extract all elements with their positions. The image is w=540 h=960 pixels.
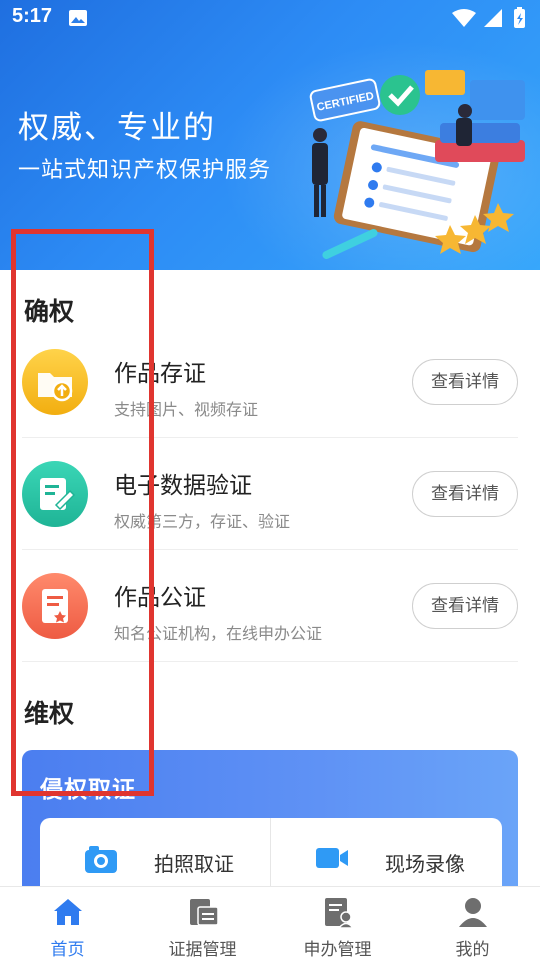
video-camera-icon: [316, 848, 348, 868]
view-details-button[interactable]: 查看详情: [412, 583, 518, 629]
profile-icon: [459, 898, 487, 927]
photo-notification-icon: [69, 10, 87, 26]
bottom-nav: 首页 证据管理 申办管理 我的: [0, 886, 540, 960]
camera-icon: [85, 846, 117, 873]
banner-subtitle: 一站式知识产权保护服务: [18, 158, 272, 183]
nav-label: 我的: [455, 940, 490, 960]
nav-item-evidence[interactable]: 证据管理: [135, 887, 270, 960]
home-icon: [54, 899, 82, 925]
certified-illustration: CERTIFIED: [309, 70, 525, 259]
nav-item-applications[interactable]: 申办管理: [270, 887, 405, 960]
status-time: 5:17: [12, 5, 53, 27]
nav-item-home[interactable]: 首页: [0, 887, 135, 960]
nav-label: 申办管理: [303, 940, 372, 960]
nav-item-profile[interactable]: 我的: [405, 887, 540, 960]
view-details-button[interactable]: 查看详情: [412, 471, 518, 517]
wifi-icon: [452, 9, 476, 27]
video-record-label: 现场录像: [385, 852, 465, 876]
evidence-folder-icon: [190, 899, 219, 926]
status-icons: [452, 7, 525, 28]
highlight-annotation-box: [11, 229, 154, 796]
view-details-button[interactable]: 查看详情: [412, 359, 518, 405]
nav-label: 首页: [50, 940, 85, 960]
application-manage-icon: [325, 898, 355, 929]
status-bar: 5:17: [0, 0, 540, 36]
signal-icon: [484, 9, 502, 27]
photo-evidence-label: 拍照取证: [154, 852, 234, 876]
nav-label: 证据管理: [168, 940, 237, 960]
banner-title: 权威、专业的: [18, 110, 216, 146]
